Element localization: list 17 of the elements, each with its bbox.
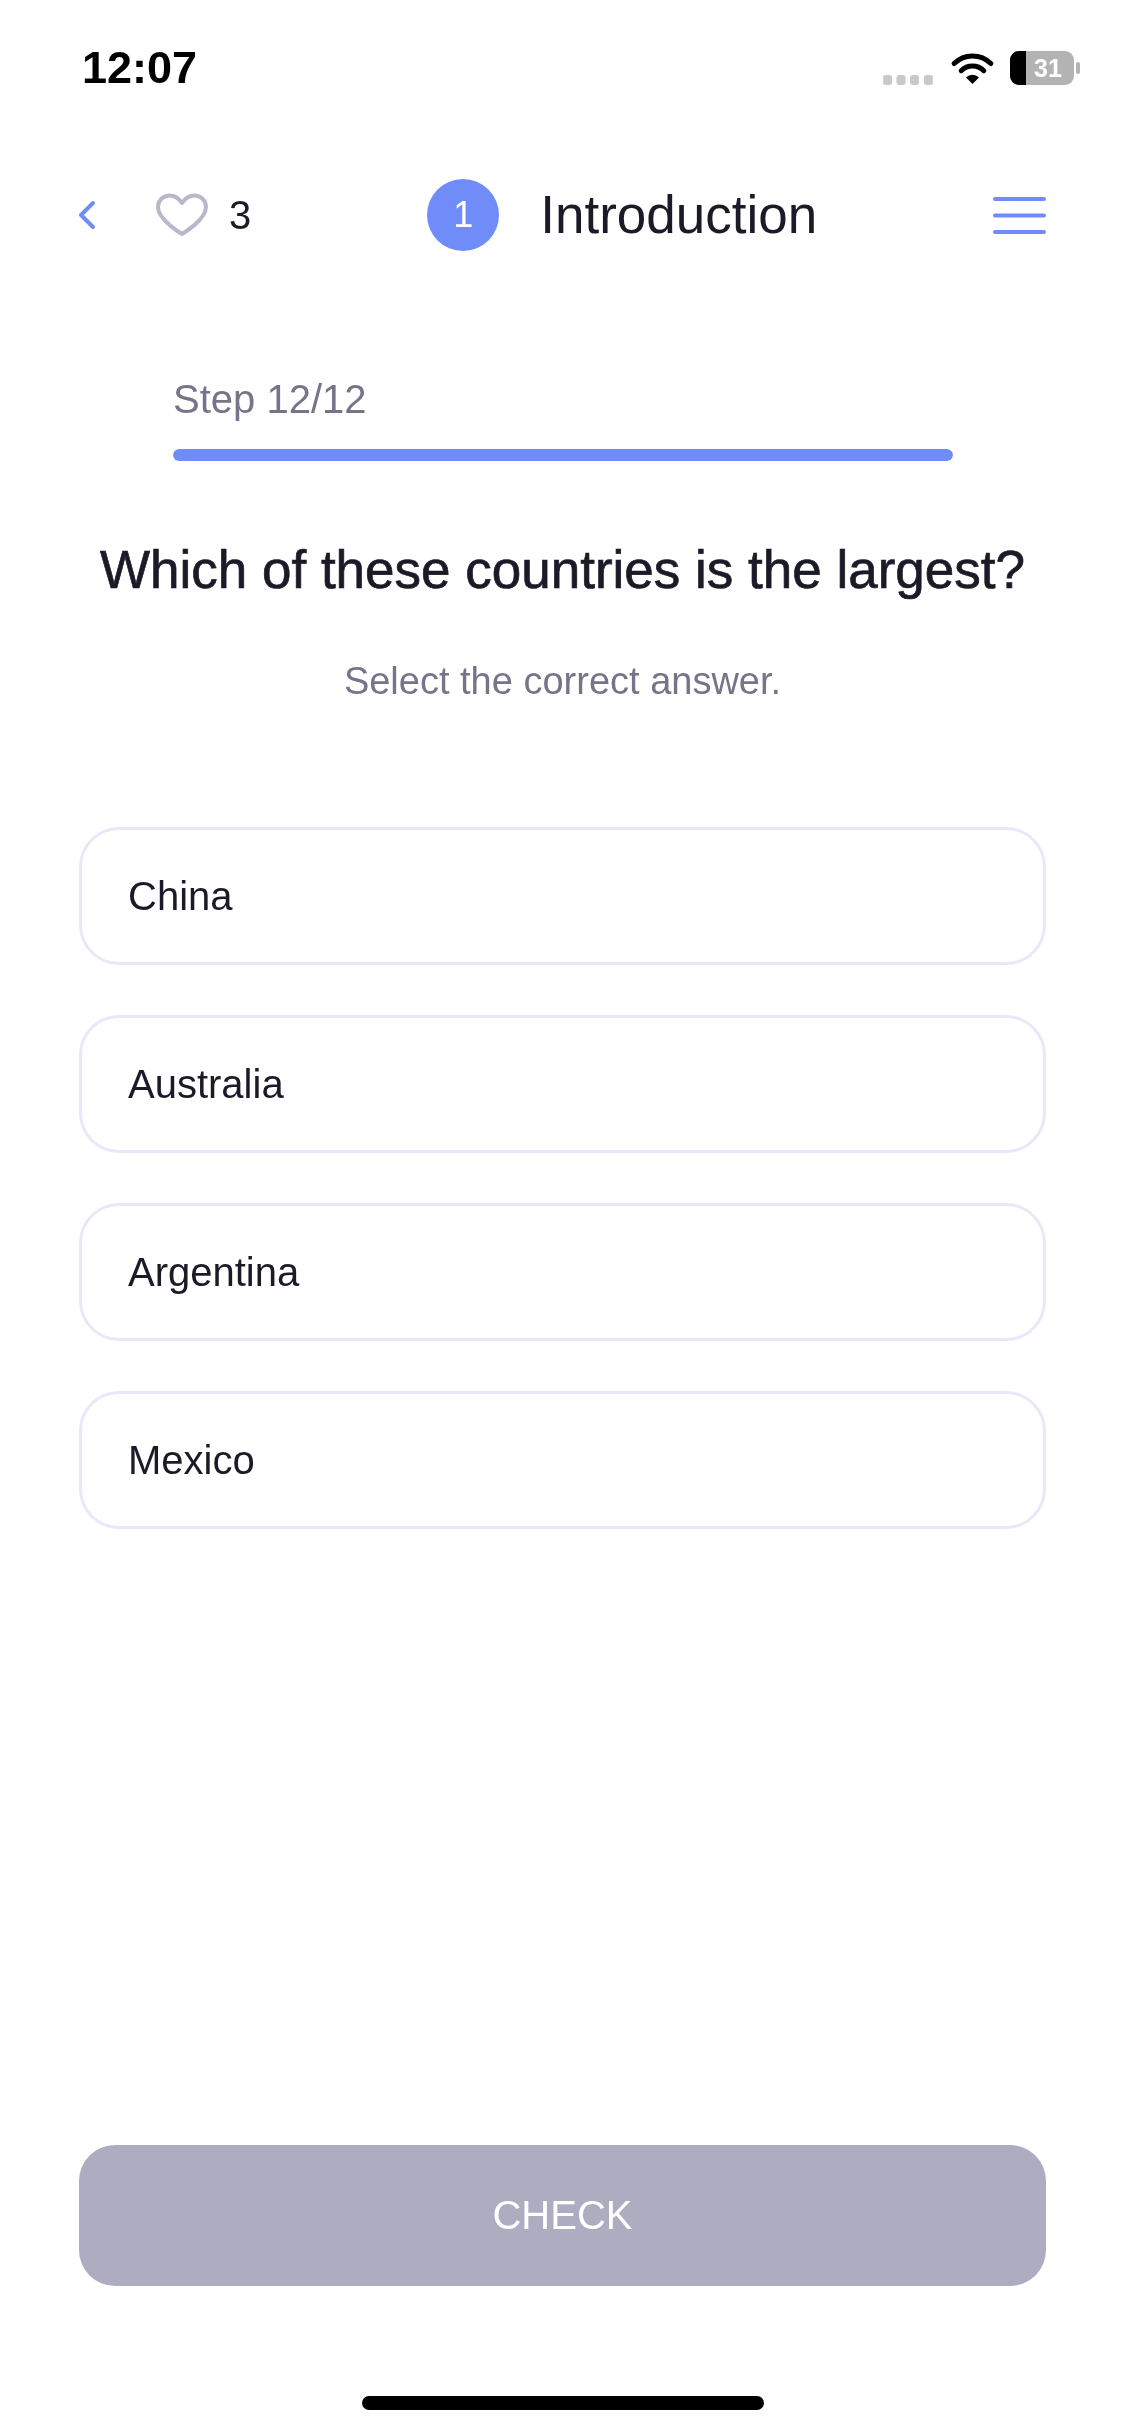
menu-icon[interactable] [993, 196, 1046, 234]
battery-indicator: 31 [1010, 51, 1080, 85]
answer-option[interactable]: Australia [79, 1015, 1046, 1153]
answer-option[interactable]: Argentina [79, 1203, 1046, 1341]
answer-option[interactable]: China [79, 827, 1046, 965]
back-icon[interactable] [78, 200, 96, 230]
status-time: 12:07 [82, 42, 198, 94]
step-label: Step 12/12 [173, 376, 367, 423]
cellular-signal-icon [883, 75, 933, 85]
answer-option[interactable]: Mexico [79, 1391, 1046, 1529]
lives-count: 3 [229, 192, 252, 238]
question-text: Which of these countries is the largest? [99, 539, 1026, 601]
lesson-number-badge: 1 [427, 179, 500, 251]
instruction-text: Select the correct answer. [342, 659, 783, 704]
wifi-icon [950, 51, 995, 85]
heart-icon [155, 193, 209, 237]
lesson-title: Introduction [540, 185, 818, 245]
